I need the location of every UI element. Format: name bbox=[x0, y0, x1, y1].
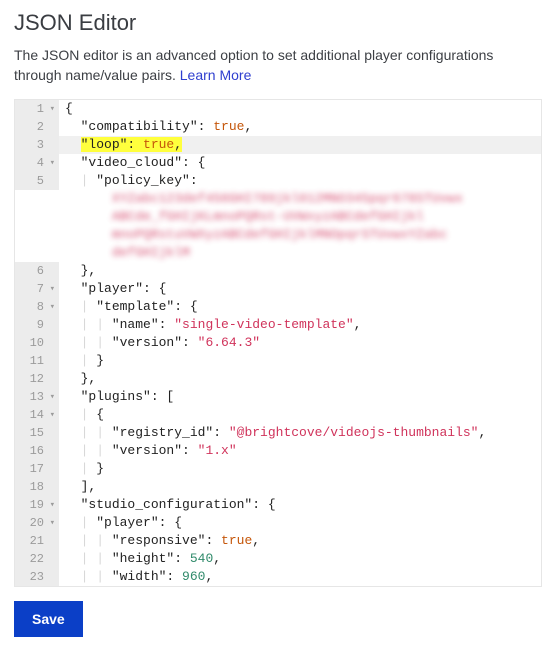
code-line: 12 }, bbox=[15, 370, 541, 388]
learn-more-link[interactable]: Learn More bbox=[180, 67, 252, 83]
code-line: 13▾ "plugins": [ bbox=[15, 388, 541, 406]
code-line: 16 | | "version": "1.x" bbox=[15, 442, 541, 460]
code-line: 11 | } bbox=[15, 352, 541, 370]
code-line: 4▾ "video_cloud": { bbox=[15, 154, 541, 172]
fold-icon[interactable]: ▾ bbox=[47, 388, 55, 406]
code-line-redacted: XYZabc123def456GHI789jkl012MNO345pqr678S… bbox=[15, 190, 541, 208]
fold-icon[interactable]: ▾ bbox=[47, 514, 55, 532]
code-line-redacted: ABCde_fGHIjKLmnoPQRst-UVWxyzABCdefGHIjkl bbox=[15, 208, 541, 226]
code-line-redacted: defGHIjklM bbox=[15, 244, 541, 262]
code-line: 5 | "policy_key": bbox=[15, 172, 541, 190]
code-line: 9 | | "name": "single-video-template", bbox=[15, 316, 541, 334]
code-line: 18 ], bbox=[15, 478, 541, 496]
fold-icon[interactable]: ▾ bbox=[47, 100, 55, 118]
fold-icon[interactable]: ▾ bbox=[47, 496, 55, 514]
save-button[interactable]: Save bbox=[14, 601, 83, 637]
code-line: 19▾ "studio_configuration": { bbox=[15, 496, 541, 514]
code-line: 17 | } bbox=[15, 460, 541, 478]
fold-icon[interactable]: ▾ bbox=[47, 406, 55, 424]
code-line: 10 | | "version": "6.64.3" bbox=[15, 334, 541, 352]
code-line-highlighted: 3 "loop": true, bbox=[15, 136, 541, 154]
description-text: The JSON editor is an advanced option to… bbox=[14, 47, 493, 83]
code-line: 22 | | "height": 540, bbox=[15, 550, 541, 568]
code-line-redacted: mnoPQRstuVWXyzABCdefGHIjklMNOpqrSTUvwxYZ… bbox=[15, 226, 541, 244]
json-editor[interactable]: 1▾ { 2 "compatibility": true, 3 "loop": … bbox=[14, 99, 542, 587]
code-line: 20▾ | "player": { bbox=[15, 514, 541, 532]
code-line: 2 "compatibility": true, bbox=[15, 118, 541, 136]
page-description: The JSON editor is an advanced option to… bbox=[14, 46, 542, 85]
fold-icon[interactable]: ▾ bbox=[47, 298, 55, 316]
code-line: 21 | | "responsive": true, bbox=[15, 532, 541, 550]
gutter: 1▾ bbox=[15, 100, 59, 118]
fold-icon[interactable]: ▾ bbox=[47, 154, 55, 172]
code-line: 23 | | "width": 960, bbox=[15, 568, 541, 586]
code-line: 6 }, bbox=[15, 262, 541, 280]
code-line: 1▾ { bbox=[15, 100, 541, 118]
code-line: 8▾ | "template": { bbox=[15, 298, 541, 316]
code-line: 7▾ "player": { bbox=[15, 280, 541, 298]
code-line: 14▾ | { bbox=[15, 406, 541, 424]
page-title: JSON Editor bbox=[14, 10, 542, 36]
code-line: 15 | | "registry_id": "@brightcove/video… bbox=[15, 424, 541, 442]
fold-icon[interactable]: ▾ bbox=[47, 280, 55, 298]
